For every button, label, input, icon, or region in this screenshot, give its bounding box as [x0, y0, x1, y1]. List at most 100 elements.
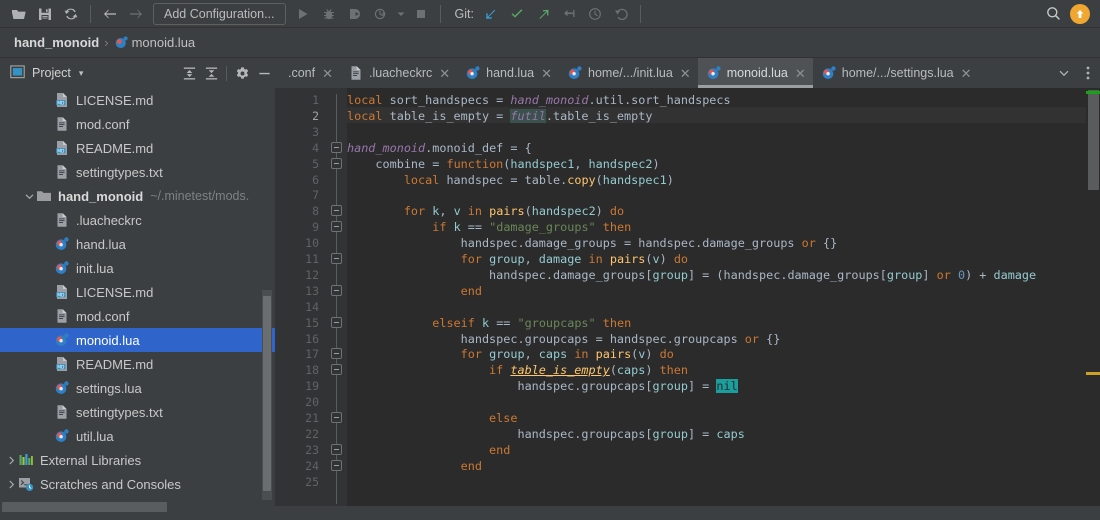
line-number: 15: [305, 315, 319, 330]
line-number: 10: [305, 236, 319, 251]
settings-gear-icon[interactable]: [231, 62, 253, 84]
fold-toggle-icon[interactable]: [331, 364, 342, 376]
tree-item-hand-lua[interactable]: hand.lua: [0, 232, 275, 256]
rollback-icon[interactable]: [608, 2, 634, 26]
editor-tab-home-init-lua[interactable]: home/.../init.lua ✕: [559, 58, 698, 88]
chevron-down-icon[interactable]: [22, 192, 36, 201]
fold-toggle-icon[interactable]: [331, 284, 342, 296]
editor-tab-home-settings-lua[interactable]: home/.../settings.lua ✕: [813, 58, 979, 88]
push-icon[interactable]: [530, 2, 556, 26]
project-panel-header: Project ▾: [0, 58, 275, 88]
tree-item-license-md[interactable]: MD LICENSE.md: [0, 280, 275, 304]
tab-close-icon[interactable]: ✕: [680, 67, 691, 80]
open-folder-icon[interactable]: [6, 2, 32, 26]
tree-item-mod-conf[interactable]: mod.conf: [0, 304, 275, 328]
add-configuration-button[interactable]: Add Configuration...: [153, 2, 286, 25]
fold-toggle-icon[interactable]: [331, 459, 342, 471]
search-icon[interactable]: [1040, 2, 1066, 26]
sync-icon[interactable]: [58, 2, 84, 26]
fold-toggle-icon[interactable]: [331, 253, 342, 264]
code-line: handspec.damage_groups[group] = (handspe…: [489, 267, 1037, 282]
lua-file-icon: [54, 332, 70, 348]
hide-panel-icon[interactable]: [253, 62, 275, 84]
tree-item--luacheckrc[interactable]: .luacheckrc: [0, 208, 275, 232]
tree-item-mod-conf[interactable]: mod.conf: [0, 112, 275, 136]
tree-item-monoid-lua[interactable]: monoid.lua: [0, 328, 275, 352]
fold-toggle-icon[interactable]: [331, 221, 342, 233]
rebase-icon[interactable]: [556, 2, 582, 26]
debug-icon[interactable]: [316, 2, 342, 26]
tree-item-external-libraries[interactable]: External Libraries: [0, 448, 275, 472]
tree-item-license-md[interactable]: MD LICENSE.md: [0, 88, 275, 112]
project-panel-title[interactable]: Project: [32, 66, 71, 80]
editor-tab-hand-lua[interactable]: hand.lua ✕: [457, 58, 559, 88]
tab-close-icon[interactable]: ✕: [541, 67, 552, 80]
code-line: combine = function(handspec1, handspec2): [375, 156, 660, 171]
editor-fold-column[interactable]: [327, 88, 347, 520]
text-file-icon: [348, 65, 364, 81]
tab-close-icon[interactable]: ✕: [439, 67, 450, 80]
editor-marker-track[interactable]: [1086, 88, 1100, 520]
tree-item-scratches-and-consoles[interactable]: Scratches and Consoles: [0, 472, 275, 496]
fold-toggle-icon[interactable]: [331, 141, 342, 153]
tree-item-settings-lua[interactable]: settings.lua: [0, 376, 275, 400]
tree-item-settingtypes-txt[interactable]: settingtypes.txt: [0, 160, 275, 184]
dropdown-caret-icon[interactable]: [394, 2, 408, 26]
stop-icon[interactable]: [408, 2, 434, 26]
expand-all-icon[interactable]: [178, 62, 200, 84]
fold-toggle-icon[interactable]: [331, 412, 342, 423]
run-with-coverage-icon[interactable]: [342, 2, 368, 26]
chevron-right-icon[interactable]: [4, 456, 18, 465]
breadcrumb-project[interactable]: hand_monoid: [14, 35, 99, 50]
sidebar-horizontal-scrollbar-thumb[interactable]: [2, 502, 167, 512]
tree-item-hand-monoid[interactable]: hand_monoid ~/.minetest/mods.: [0, 184, 275, 208]
chevron-right-icon[interactable]: [4, 480, 18, 489]
tab-close-icon[interactable]: ✕: [322, 67, 333, 80]
code-editor[interactable]: 1 2 3 4 5 6 7 8 9 10 11 12 13 14 15 16 17 18 19 20 21 22 23 24 2…: [275, 88, 1100, 520]
fold-toggle-icon[interactable]: [331, 316, 342, 328]
commit-icon[interactable]: [504, 2, 530, 26]
line-number: 6: [312, 172, 319, 187]
tab-close-icon[interactable]: ✕: [961, 67, 972, 80]
line-number: 20: [305, 395, 319, 410]
chevron-down-icon[interactable]: [1052, 58, 1076, 88]
editor-gutter[interactable]: 1 2 3 4 5 6 7 8 9 10 11 12 13 14 15 16 17 18 19 20 21 22 23 24 2…: [275, 88, 327, 520]
tree-item-settingtypes-txt[interactable]: settingtypes.txt: [0, 400, 275, 424]
vcs-change-marker[interactable]: [1086, 91, 1100, 94]
fold-toggle-icon[interactable]: [331, 443, 342, 455]
tree-item-init-lua[interactable]: init.lua: [0, 256, 275, 280]
warning-marker[interactable]: [1086, 372, 1100, 375]
back-arrow-icon[interactable]: [97, 2, 123, 26]
tree-item-readme-md[interactable]: MD README.md: [0, 352, 275, 376]
chevron-down-icon[interactable]: ▾: [79, 68, 84, 79]
fold-toggle-icon[interactable]: [331, 157, 342, 169]
tree-item-label: README.md: [76, 140, 154, 156]
tree-item-util-lua[interactable]: util.lua: [0, 424, 275, 448]
collapse-all-icon[interactable]: [200, 62, 222, 84]
project-tree[interactable]: MD LICENSE.md mod.conf MD README.md settingty…: [0, 88, 275, 500]
history-icon[interactable]: [582, 2, 608, 26]
lua-file-icon: [54, 428, 70, 444]
more-options-icon[interactable]: [1076, 58, 1100, 88]
code-line: local handspec = table.copy(handspec1): [403, 172, 674, 187]
tab-close-icon[interactable]: ✕: [795, 67, 806, 80]
code-text-area[interactable]: local sort_handspecs = hand_monoid.util.…: [347, 88, 1100, 520]
editor-vertical-scrollbar-thumb[interactable]: [1088, 90, 1099, 190]
save-icon[interactable]: [32, 2, 58, 26]
forward-arrow-icon[interactable]: [123, 2, 149, 26]
editor-tab--luacheckrc[interactable]: .luacheckrc ✕: [340, 58, 457, 88]
fold-toggle-icon[interactable]: [331, 205, 342, 217]
editor-tab--conf[interactable]: .conf ✕: [275, 58, 340, 88]
git-label: Git:: [454, 6, 474, 21]
profile-icon[interactable]: [368, 2, 394, 26]
update-project-icon[interactable]: [478, 2, 504, 26]
editor-tab-monoid-lua[interactable]: monoid.lua ✕: [697, 58, 813, 88]
editor-tab-bar: .conf ✕ .luacheckrc ✕ hand.lua ✕ home/.../init…: [275, 58, 1100, 88]
run-icon[interactable]: [290, 2, 316, 26]
user-avatar-icon[interactable]: [1070, 3, 1090, 24]
sidebar-vertical-scrollbar-thumb[interactable]: [263, 296, 271, 491]
breadcrumb-file[interactable]: monoid.lua: [132, 35, 196, 50]
tree-item-readme-md[interactable]: MD README.md: [0, 136, 275, 160]
fold-toggle-icon[interactable]: [331, 348, 342, 360]
lua-file-icon: [706, 65, 722, 81]
